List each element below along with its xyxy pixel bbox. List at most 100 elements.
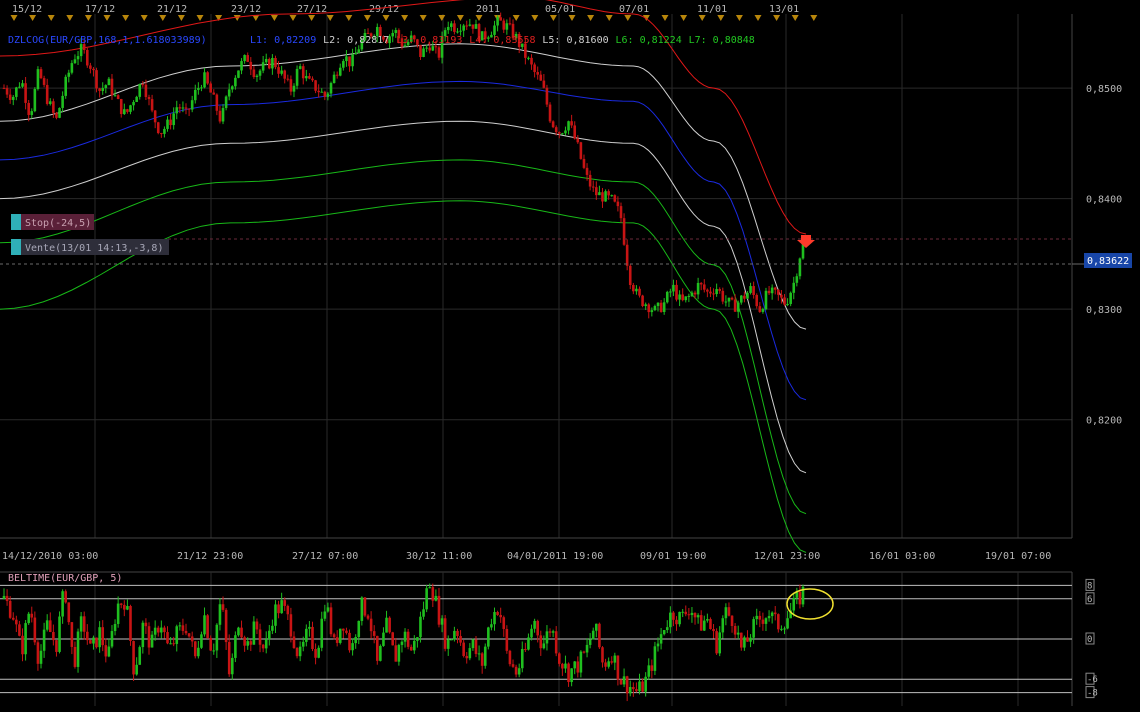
candle-body [277,67,280,74]
osc-bar [55,640,58,652]
osc-bar [397,644,401,662]
candle-body [644,304,647,307]
candle-body [789,292,792,304]
session-marker [531,15,539,21]
candle-body [85,49,89,66]
trading-chart[interactable]: 0,8500 0,8400 0,8300 0,8200 14/12/2010 03:00… [0,0,1140,708]
session-marker [773,15,781,21]
candle-body [588,174,592,187]
osc-bar [169,643,172,645]
candle-body [505,23,509,30]
candle-body [98,88,101,91]
osc-bar [616,655,620,680]
osc-bar [517,668,521,675]
candle-body [591,186,595,188]
osc-bar [193,641,197,657]
candle-body [15,87,18,97]
candle-body [243,55,246,62]
osc-bar [206,615,209,638]
candle-body [422,48,425,58]
top-date-label: 29/12 [369,4,399,15]
candle-body [613,195,617,202]
candle-body [786,303,789,305]
session-marker [270,15,278,21]
osc-bar [48,620,52,633]
session-marker [140,15,148,21]
osc-bar [283,600,287,606]
sell-order-label[interactable]: Vente(13/01 14:13,-3,8) [11,239,169,255]
candle-body [274,57,277,68]
osc-bar [527,637,530,650]
session-marker [363,15,371,21]
osc-bar [693,612,697,618]
osc-bar [607,661,610,667]
y-tick-label: 0,8400 [1086,195,1122,206]
osc-bar [453,630,456,640]
osc-bar [215,624,219,651]
candle-body [761,309,765,312]
osc-bar [104,645,108,657]
indicator-line-value: L4: 0,83558 [469,35,535,46]
osc-bar [638,681,641,692]
session-marker [382,15,390,21]
candle-body [527,57,530,59]
candle-body [237,70,240,78]
session-marker [196,15,204,21]
top-date-label: 17/12 [85,4,115,15]
osc-bar [372,631,376,636]
candle-body [425,47,428,49]
candle-body [119,99,123,115]
candle-body [193,89,197,101]
candle-body [752,286,755,295]
candle-body [348,56,351,67]
osc-bar [536,620,539,636]
session-marker [791,15,799,21]
session-marker [680,15,688,21]
candle-body [175,107,179,114]
candle-body [554,127,558,133]
candle-body [770,287,774,294]
session-marker [345,15,353,21]
osc-bar [320,618,324,648]
candle-body [604,191,607,202]
candle-body [30,111,34,115]
candle-body [536,72,539,75]
osc-bar [508,650,512,665]
osc-bar [672,612,675,620]
candle-body [345,56,348,62]
candle-body [132,102,135,106]
session-marker [438,15,446,21]
x-date-label: 19/01 07:00 [985,551,1051,562]
candle-body [662,302,666,312]
osc-bar [342,628,345,631]
osc-bar [718,632,722,654]
candle-body [255,75,259,78]
osc-bar [175,626,179,644]
x-date-label: 14/12/2010 03:00 [2,551,98,562]
candle-body [135,96,138,103]
chart-canvas[interactable]: 0,8500 0,8400 0,8300 0,8200 14/12/2010 03:00… [0,0,1140,708]
osc-bar [573,661,577,669]
candle-body [496,17,499,26]
osc-bar [641,681,644,692]
candle-body [283,70,287,79]
osc-bar [601,647,604,663]
osc-bar [230,657,234,675]
band-line-l5 [0,159,807,515]
osc-bar [480,653,484,666]
candle-body [709,291,712,294]
osc-bar [289,614,293,637]
osc-bar [237,627,240,636]
osc-bar [329,607,333,635]
session-marker [587,15,595,21]
candle-body [459,30,462,32]
osc-bar [76,631,80,667]
osc-bar [493,612,496,625]
candle-body [129,105,132,112]
stop-order-label[interactable]: Stop(-24,5) [11,214,94,230]
session-marker [568,15,576,21]
candle-body [172,113,175,126]
osc-bar [437,595,441,625]
top-date-label: 05/01 [545,4,575,15]
candle-body [582,158,586,168]
